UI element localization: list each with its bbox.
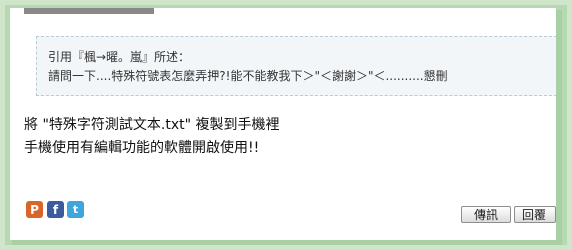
quote-box: 引用『楓→曜。嵐』所述： 請問一下....特殊符號表怎麼弄押?!能不能教我下＞"…	[36, 36, 556, 96]
plurk-icon[interactable]: P	[26, 201, 43, 218]
message-button[interactable]: 傳訊	[461, 206, 511, 223]
quote-body: 請問一下....特殊符號表怎麼弄押?!能不能教我下＞"＜謝謝＞"＜.......…	[48, 69, 448, 83]
twitter-icon[interactable]: t	[67, 201, 84, 218]
post-image-fragment	[24, 8, 154, 14]
frame-shadow-right	[556, 10, 562, 242]
facebook-icon[interactable]: f	[47, 201, 64, 218]
reply-button[interactable]: 回覆	[514, 206, 556, 223]
post-panel: 引用『楓→曜。嵐』所述： 請問一下....特殊符號表怎麼弄押?!能不能教我下＞"…	[10, 8, 556, 240]
quote-header: 引用『楓→曜。嵐』所述：	[48, 50, 191, 64]
frame-shadow-bottom	[12, 240, 562, 245]
post-text-line-2: 手機使用有編輯功能的軟體開啟使用!!	[24, 140, 260, 156]
post-text-line-1: 將 "特殊字符測試文本.txt" 複製到手機裡	[24, 117, 280, 133]
